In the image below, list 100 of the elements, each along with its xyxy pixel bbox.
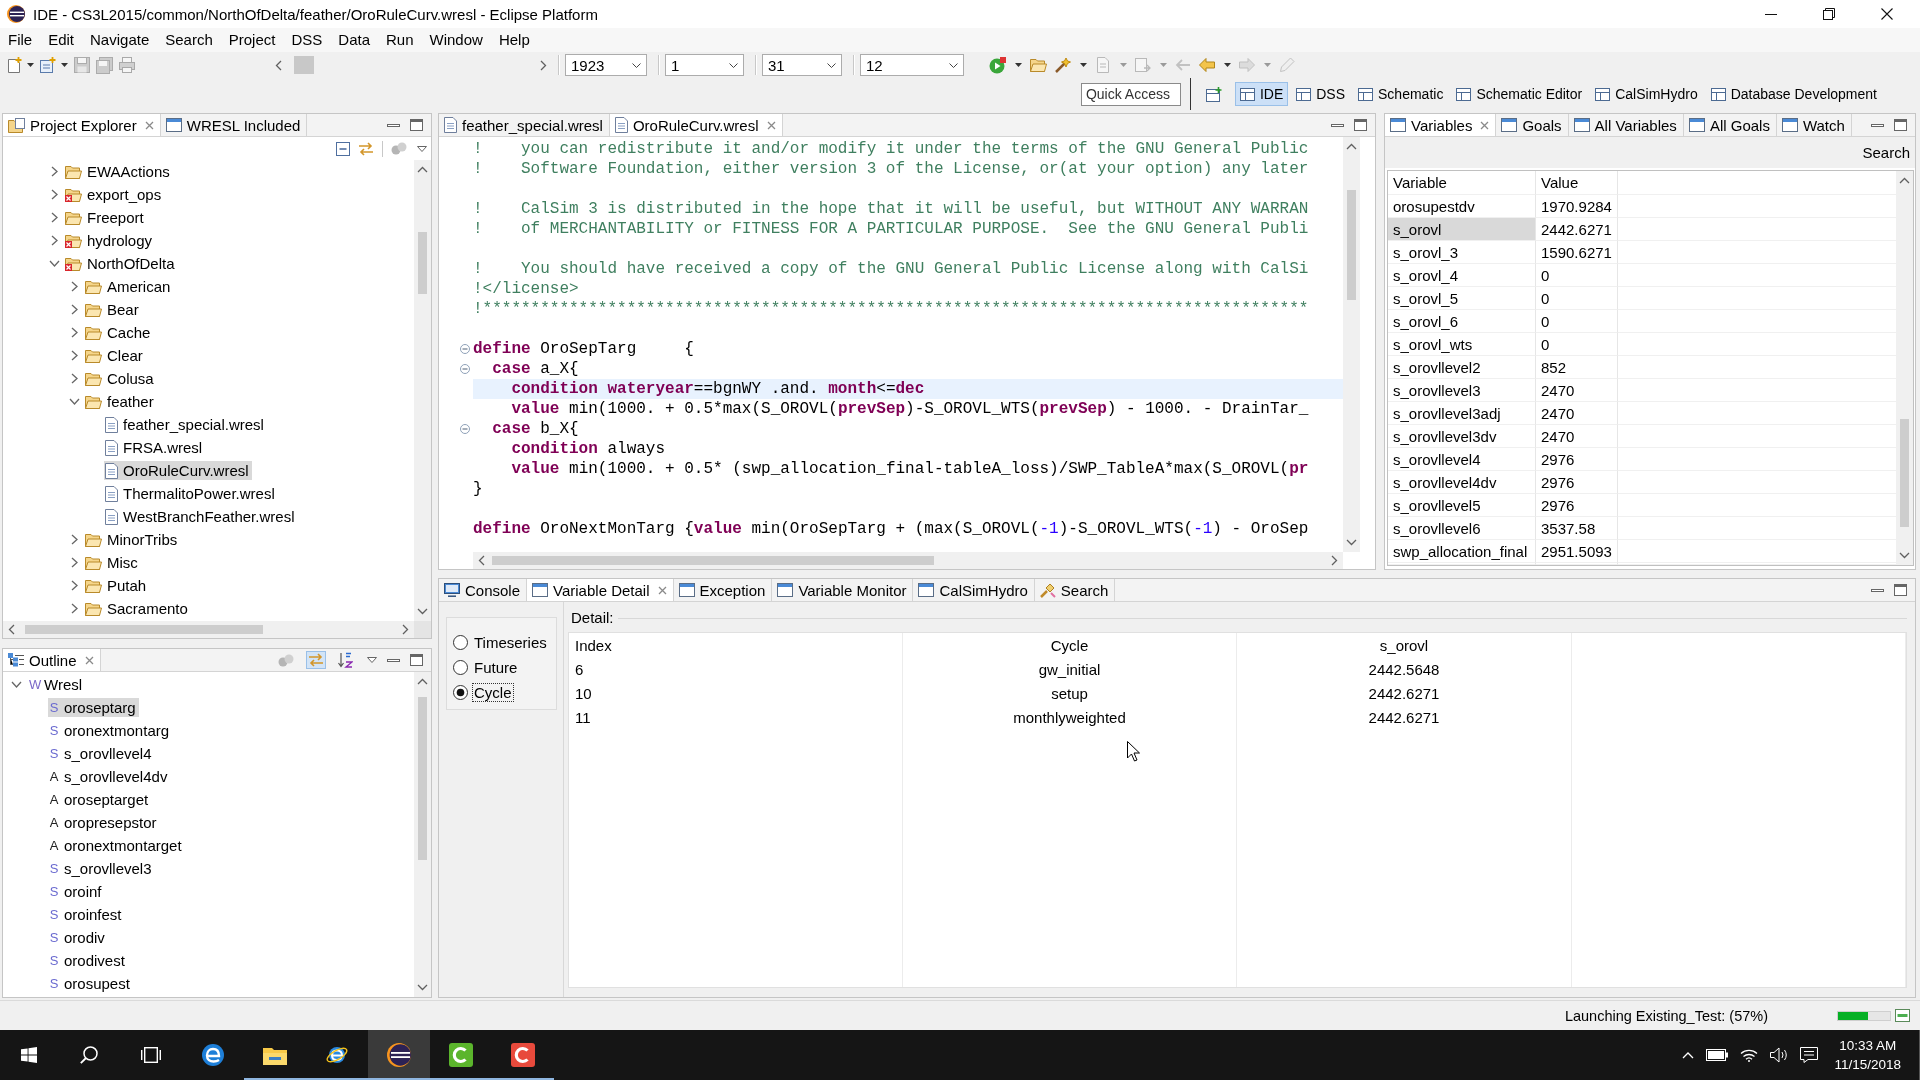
close-tab-icon[interactable] <box>657 585 667 595</box>
tree-item[interactable]: MinorTribs <box>84 530 181 549</box>
tree-item[interactable]: Cache <box>84 323 154 342</box>
menu-item[interactable]: Run <box>378 29 422 51</box>
chevron-down-icon[interactable] <box>11 681 22 688</box>
view-tab[interactable]: Search <box>1034 579 1116 601</box>
table-cell[interactable]: s_orovl_6 <box>1393 312 1459 330</box>
scroll-right-icon[interactable] <box>402 624 409 635</box>
tree-item[interactable]: Colusa <box>84 369 157 388</box>
radio-button[interactable]: Timeseries <box>453 630 549 655</box>
view-tab[interactable]: OroRuleCurv.wresl <box>609 114 783 136</box>
chevron-right-icon[interactable] <box>50 166 58 177</box>
view-tab[interactable]: Variable Monitor <box>772 579 914 601</box>
maximize-icon[interactable] <box>410 119 423 131</box>
search-button[interactable]: Search <box>1862 144 1910 161</box>
menu-item[interactable]: Data <box>330 29 378 51</box>
view-tab[interactable]: Project Explorer <box>3 114 161 136</box>
vertical-scrollbar[interactable] <box>414 672 431 997</box>
chevron-right-icon[interactable] <box>70 304 78 315</box>
perspective-button[interactable]: DSS <box>1291 82 1351 106</box>
perspective-button[interactable]: Schematic Editor <box>1451 82 1588 106</box>
dropdown[interactable]: 1 <box>665 54 744 76</box>
menu-item[interactable]: File <box>0 29 41 51</box>
chevron-right-icon[interactable] <box>70 534 78 545</box>
tree-item[interactable]: FRSA.wresl <box>104 438 206 457</box>
view-tab[interactable]: Outline <box>3 649 101 671</box>
progress-view-icon[interactable] <box>1895 1009 1910 1022</box>
view-tab[interactable]: All Variables <box>1568 114 1684 136</box>
table-cell[interactable]: s_orovllevel5 <box>1393 496 1481 514</box>
chevron-down-icon[interactable] <box>68 398 80 405</box>
view-tab[interactable]: All Goals <box>1683 114 1777 136</box>
notification-icon[interactable] <box>1800 1047 1819 1063</box>
tree-item[interactable]: feather <box>84 392 157 411</box>
view-menu-icon[interactable] <box>417 145 427 152</box>
chevron-right-icon[interactable] <box>70 327 78 338</box>
tree-item[interactable]: feather_special.wresl <box>104 415 267 434</box>
outline-item[interactable]: S oroinfest <box>48 905 125 924</box>
menu-item[interactable]: Help <box>490 29 538 51</box>
outline-item[interactable]: S s_orovllevel3 <box>48 859 155 878</box>
clock-time[interactable]: 10:33 AM <box>1839 1036 1897 1055</box>
outline-item[interactable]: S orosupest <box>48 974 133 993</box>
table-cell[interactable]: s_orovl_3 <box>1393 243 1459 261</box>
chevron-up-icon[interactable] <box>1682 1051 1695 1059</box>
scroll-up-icon[interactable] <box>1346 143 1357 150</box>
maximize-icon[interactable] <box>410 654 423 666</box>
outline-item[interactable]: A oropresepstor <box>48 813 160 832</box>
tree-item[interactable]: Misc <box>84 553 141 572</box>
menu-item[interactable]: DSS <box>283 29 331 51</box>
radio-button[interactable]: Future <box>453 655 520 680</box>
scroll-down-icon[interactable] <box>1346 539 1357 546</box>
tree-item[interactable]: OroRuleCurv.wresl <box>104 461 252 480</box>
table-cell[interactable]: s_orovllevel3 <box>1393 381 1481 399</box>
tree-item[interactable]: hydrology <box>64 231 156 250</box>
outline-item[interactable]: S oroinf <box>48 882 105 901</box>
menu-item[interactable]: Window <box>421 29 491 51</box>
horizontal-scrollbar[interactable] <box>473 552 1343 569</box>
chevron-right-icon[interactable] <box>70 373 78 384</box>
column-header[interactable]: Index <box>575 636 612 654</box>
table-cell[interactable]: s_orovllevel6 <box>1393 519 1481 537</box>
minimize-icon[interactable] <box>1765 13 1777 15</box>
menu-item[interactable]: Navigate <box>82 29 158 51</box>
scroll-up-icon[interactable] <box>417 166 428 173</box>
tree-item[interactable]: export_ops <box>64 185 165 204</box>
battery-icon[interactable] <box>1706 1049 1729 1061</box>
scrollbar-thumb[interactable] <box>1347 190 1356 300</box>
column-header[interactable]: Value <box>1541 174 1579 191</box>
scrollbar-thumb[interactable] <box>25 625 263 634</box>
dropdown[interactable]: 31 <box>762 54 842 76</box>
taskbar-button[interactable] <box>368 1030 430 1080</box>
scrollbar-thumb[interactable] <box>492 556 934 565</box>
view-tab[interactable]: Watch <box>1776 114 1852 136</box>
tree-item[interactable]: Clear <box>84 346 146 365</box>
outline-item[interactable]: S orodiv <box>48 928 108 947</box>
chevron-right-icon[interactable] <box>70 350 78 361</box>
scrollbar-thumb[interactable] <box>418 697 427 860</box>
table-cell[interactable]: s_orovllevel2 <box>1393 358 1481 376</box>
close-tab-icon[interactable] <box>766 120 776 130</box>
table-cell[interactable]: orosupestdv <box>1393 197 1475 215</box>
maximize-icon[interactable] <box>1354 119 1367 131</box>
scrollbar-thumb[interactable] <box>418 232 427 294</box>
dropdown[interactable]: 12 <box>860 54 964 76</box>
table-cell[interactable]: s_orovl_wts <box>1393 335 1473 353</box>
table-cell[interactable]: s_orovllevel3adj <box>1393 404 1501 422</box>
scrollbar-thumb[interactable] <box>1900 419 1909 527</box>
scroll-down-icon[interactable] <box>417 984 428 991</box>
scroll-left-icon[interactable] <box>8 624 15 635</box>
close-tab-icon[interactable] <box>144 120 154 130</box>
view-tab[interactable]: Variables <box>1385 114 1497 136</box>
close-tab-icon[interactable] <box>84 655 94 665</box>
table-cell[interactable]: swp_allocation_final <box>1393 542 1528 560</box>
chevron-right-icon[interactable] <box>70 281 78 292</box>
column-header[interactable]: Variable <box>1393 174 1447 191</box>
outline-item[interactable]: A s_orovllevel4dv <box>48 767 171 786</box>
tree-item[interactable]: American <box>84 277 174 296</box>
tree-item[interactable]: ThermalitoPower.wresl <box>104 484 278 503</box>
horizontal-scrollbar[interactable] <box>3 621 414 638</box>
tree-item[interactable]: WestBranchFeather.wresl <box>104 507 298 526</box>
tree-item[interactable]: NorthOfDelta <box>64 254 178 273</box>
dropdown[interactable]: 1923 <box>565 54 647 76</box>
menu-item[interactable]: Search <box>157 29 221 51</box>
